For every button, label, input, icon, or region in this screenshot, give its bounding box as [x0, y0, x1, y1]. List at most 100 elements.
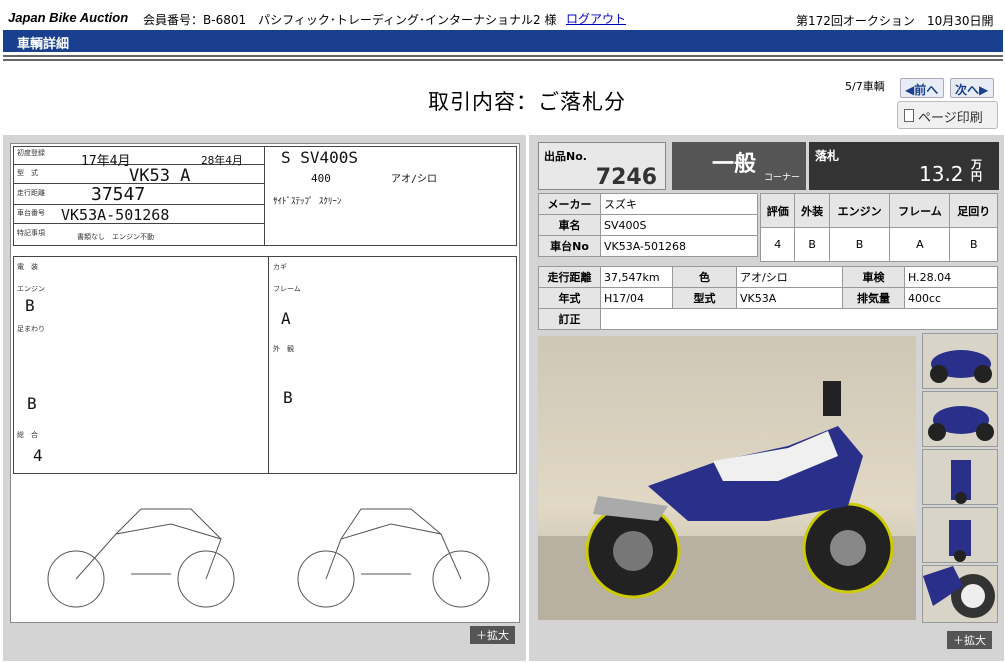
table-row: 訂正 [538, 308, 998, 330]
nav-title: 車輌詳細 [17, 37, 70, 52]
frame-no: VK53A-501268 [61, 206, 170, 224]
grade-header: 足回り [949, 193, 998, 228]
lot-number-box: 出品No. 7246 [538, 142, 666, 190]
thumbnail-5[interactable] [922, 565, 998, 623]
displacement: 400 [311, 172, 331, 185]
sheet-label: フレーム [273, 285, 301, 293]
mileage: 37547 [91, 184, 146, 205]
year-value: H17/04 [600, 287, 673, 309]
sheet-enlarge-button[interactable]: ＋拡大 [470, 626, 515, 644]
grade-value: B [828, 227, 891, 262]
maker-value: スズキ [600, 193, 758, 215]
top-bar: Japan Bike Auction 会員番号：B-6801 パシフィック･トレ… [0, 0, 1005, 45]
site-logo: Japan Bike Auction [8, 10, 129, 25]
table-row: 車台No VK53A-501268 [538, 235, 758, 257]
print-icon [904, 109, 914, 122]
color-value: アオ/シロ [736, 266, 843, 288]
sheet-label: 車台番号 [17, 209, 45, 217]
divider [3, 59, 1003, 61]
table-row: メーカー スズキ [538, 193, 758, 215]
grade-table: 評価 外装 エンジン フレーム 足回り 4 B B A B [759, 193, 998, 262]
damage-diagram [47, 508, 490, 608]
next-button[interactable]: 次へ▶ [950, 78, 994, 98]
corner-badge: 一般 コーナー [672, 142, 806, 190]
lot-label: 出品No. [544, 150, 587, 163]
maker-label: メーカー [538, 193, 601, 215]
exterior-grade: B [283, 388, 293, 407]
reg-date: 17年4月 [81, 154, 131, 169]
sold-label: 落札 [815, 149, 840, 163]
corner-name: 一般 [712, 152, 757, 177]
table-row: 評価 外装 エンジン フレーム 足回り [759, 193, 998, 228]
inspection-label: 車検 [842, 266, 905, 288]
motorcycle-photo [538, 381, 916, 620]
thumbnail-3[interactable] [922, 449, 998, 505]
print-button[interactable]: ページ印刷 [897, 101, 998, 129]
grade-header: エンジン [828, 193, 891, 228]
correction-value [600, 308, 998, 330]
front-grade: B [27, 394, 37, 413]
inspection-sheet-image: 初度登録 17年4月 28年4月 S SV400S 型 式 VK53 A 400… [10, 143, 520, 623]
sold-price-box: 落札 13.2 万円 [809, 142, 999, 190]
bike-outline-right [297, 508, 490, 608]
member-info: 会員番号：B-6801 パシフィック･トレーディング･インターナショナル2 様 [143, 13, 557, 27]
print-label: ページ印刷 [918, 111, 983, 126]
nav-title-bar: 車輌詳細 [3, 30, 1003, 52]
vehicle-position: 5/7車輌 [845, 80, 885, 93]
total-grade: 4 [33, 446, 43, 465]
photo-enlarge-button[interactable]: ＋拡大 [947, 631, 992, 649]
sheet-label: 外 観 [273, 345, 294, 353]
grade-value: 4 [759, 227, 796, 262]
price-unit: 万円 [971, 158, 982, 183]
grade-header: 評価 [759, 193, 796, 228]
sold-price: 13.2 [919, 162, 964, 186]
table-row: 車名 SV400S [538, 214, 758, 236]
frame-value: VK53A-501268 [600, 235, 758, 257]
sheet-label: カギ [273, 263, 287, 271]
bike-outline-left [47, 508, 235, 608]
docs-note: 書類なし エンジン不動 [77, 233, 154, 241]
corner-sub: コーナー [764, 173, 801, 183]
divider [3, 55, 1003, 57]
inspection-date: 28年4月 [201, 154, 243, 167]
engine-grade: B [25, 296, 35, 315]
color-label: 色 [672, 266, 737, 288]
logout-link[interactable]: ログアウト [566, 10, 626, 27]
sheet-label: 初度登録 [17, 149, 45, 157]
sheet-box [13, 256, 269, 474]
mileage-value: 37,547km [600, 266, 673, 288]
sheet-label: 総 合 [17, 431, 38, 439]
sheet-label: 型 式 [17, 169, 38, 177]
mileage-label: 走行距離 [538, 266, 601, 288]
correction-label: 訂正 [538, 308, 601, 330]
cc-label: 排気量 [842, 287, 905, 309]
thumbnail-1[interactable] [922, 333, 998, 389]
grade-header: 外装 [794, 193, 830, 228]
name-label: 車名 [538, 214, 601, 236]
table-row: 走行距離 37,547km 色 アオ/シロ 車検 H.28.04 [538, 266, 998, 288]
prev-button[interactable]: ◀前へ [900, 78, 944, 98]
table-row: 年式 H17/04 型式 VK53A 排気量 400cc [538, 287, 998, 309]
model-name: S SV400S [281, 148, 359, 167]
thumbnail-2[interactable] [922, 391, 998, 447]
notes: ｻｲﾄﾞｽﾃｯﾌﾟ ｽｸﾘｰﾝ [273, 197, 342, 207]
spec-table: メーカー スズキ 車名 SV400S 車台No VK53A-501268 [538, 193, 758, 257]
frame-label: 車台No [538, 235, 601, 257]
sheet-label: 走行距離 [17, 189, 45, 197]
model-code: VK53 A [129, 166, 191, 186]
page-title: 取引内容：ご落札分 [428, 90, 626, 114]
auction-number: 第172回オークション [796, 14, 915, 28]
inspection-sheet-panel: 初度登録 17年4月 28年4月 S SV400S 型 式 VK53 A 400… [3, 135, 526, 661]
thumbnail-4[interactable] [922, 507, 998, 563]
cc-value: 400cc [904, 287, 998, 309]
sheet-label: 特記事項 [17, 229, 45, 237]
model-label: 型式 [672, 287, 737, 309]
lot-number: 7246 [595, 165, 657, 190]
grade-value: B [794, 227, 830, 262]
sheet-label: 電 装 [17, 263, 38, 271]
name-value: SV400S [600, 214, 758, 236]
color: アオ/シロ [391, 174, 438, 185]
model-value: VK53A [736, 287, 843, 309]
main-photo[interactable] [538, 336, 916, 620]
sheet-label: 足まわり [17, 325, 45, 333]
